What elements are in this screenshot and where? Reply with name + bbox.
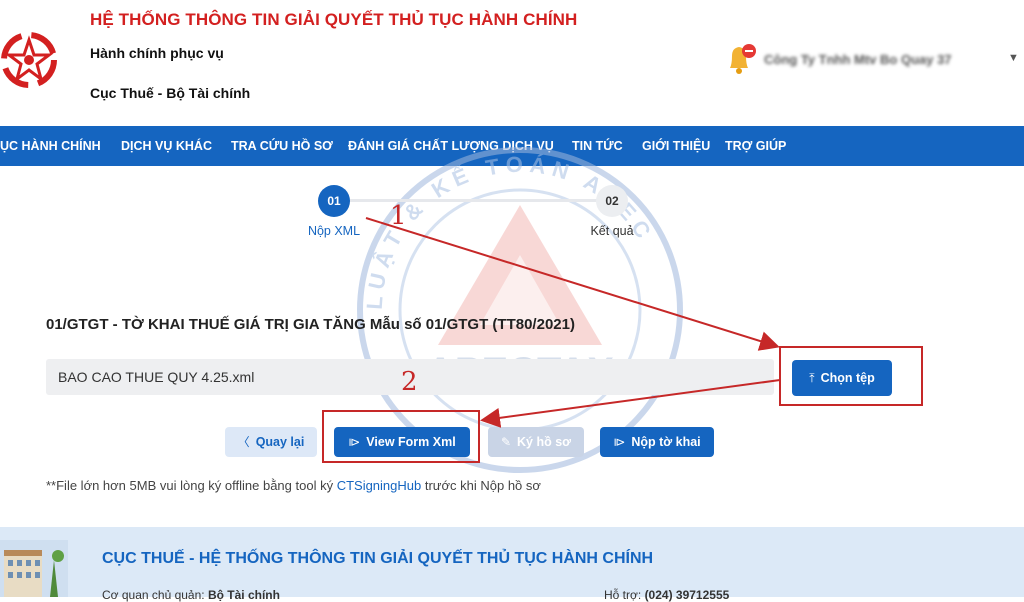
notification-bell-icon[interactable] <box>722 42 758 76</box>
chevron-left-icon: 〈 <box>237 435 250 449</box>
step-1-circle: 01 <box>318 185 350 217</box>
form-title: 01/GTGT - TỜ KHAI THUẾ GIÁ TRỊ GIA TĂNG … <box>46 316 575 333</box>
footer-agency: Cơ quan chủ quản: Bộ Tài chính <box>102 588 280 602</box>
back-label: Quay lại <box>255 435 305 449</box>
header-subtitle-service: Hành chính phục vụ <box>90 45 224 61</box>
annotation-marker-1: 1 <box>390 201 407 231</box>
footer-title: CỤC THUẾ - HỆ THỐNG THÔNG TIN GIẢI QUYẾT… <box>102 550 654 567</box>
footer-agency-value: Bộ Tài chính <box>207 588 280 602</box>
step-2-circle: 02 <box>596 185 628 217</box>
annotation-box-view-form <box>322 410 480 463</box>
footer-support: Hỗ trợ: (024) 39712555 <box>604 588 729 602</box>
system-title: HỆ THỐNG THÔNG TIN GIẢI QUYẾT THỦ TỤC HÀ… <box>90 10 578 29</box>
nav-item-administrative-procedures[interactable]: ỤC HÀNH CHÍNH <box>0 126 101 166</box>
sign-label: Ký hồ sơ <box>517 435 572 449</box>
site-header: HỆ THỐNG THÔNG TIN GIẢI QUYẾT THỦ TỤC HÀ… <box>0 0 1024 126</box>
footer-support-label: Hỗ trợ: <box>604 588 642 602</box>
nav-item-other-services[interactable]: DỊCH VỤ KHÁC <box>121 126 212 166</box>
nav-item-lookup-records[interactable]: TRA CỨU HỒ SƠ <box>231 126 333 166</box>
back-button[interactable]: 〈 Quay lại <box>225 427 317 457</box>
send-icon: ⧐ <box>613 435 626 449</box>
annotation-box-choose-file <box>779 346 923 406</box>
building-image <box>0 540 68 597</box>
footer-support-value: (024) 39712555 <box>644 588 730 602</box>
submit-declaration-button[interactable]: ⧐ Nộp tờ khai <box>600 427 714 457</box>
nav-item-help[interactable]: TRỢ GIÚP <box>725 126 786 166</box>
user-company-name[interactable]: Công Ty Tnhh Mtv Bo Quay 37 <box>764 52 952 67</box>
tax-logo-icon[interactable] <box>0 28 58 92</box>
note-prefix: **File lớn hơn 5MB vui lòng ký offline b… <box>46 478 337 493</box>
sign-record-button[interactable]: ✎ Ký hồ sơ <box>488 427 584 457</box>
note-suffix: trước khi Nộp hồ sơ <box>421 478 541 493</box>
chevron-down-icon[interactable]: ▼ <box>1008 52 1019 64</box>
pen-icon: ✎ <box>500 435 511 449</box>
header-subtitle-agency: Cục Thuế - Bộ Tài chính <box>90 85 251 101</box>
footer-agency-label: Cơ quan chủ quản: <box>102 588 205 602</box>
submit-label: Nộp tờ khai <box>631 435 701 449</box>
ctsigninghub-link[interactable]: CTSigningHub <box>337 478 422 493</box>
step-2-label: Kết quả <box>590 224 634 238</box>
step-1-label: Nộp XML <box>307 224 361 238</box>
file-size-note: **File lớn hơn 5MB vui lòng ký offline b… <box>46 478 541 493</box>
stepper-track <box>350 199 604 202</box>
annotation-marker-2: 2 <box>401 367 418 397</box>
